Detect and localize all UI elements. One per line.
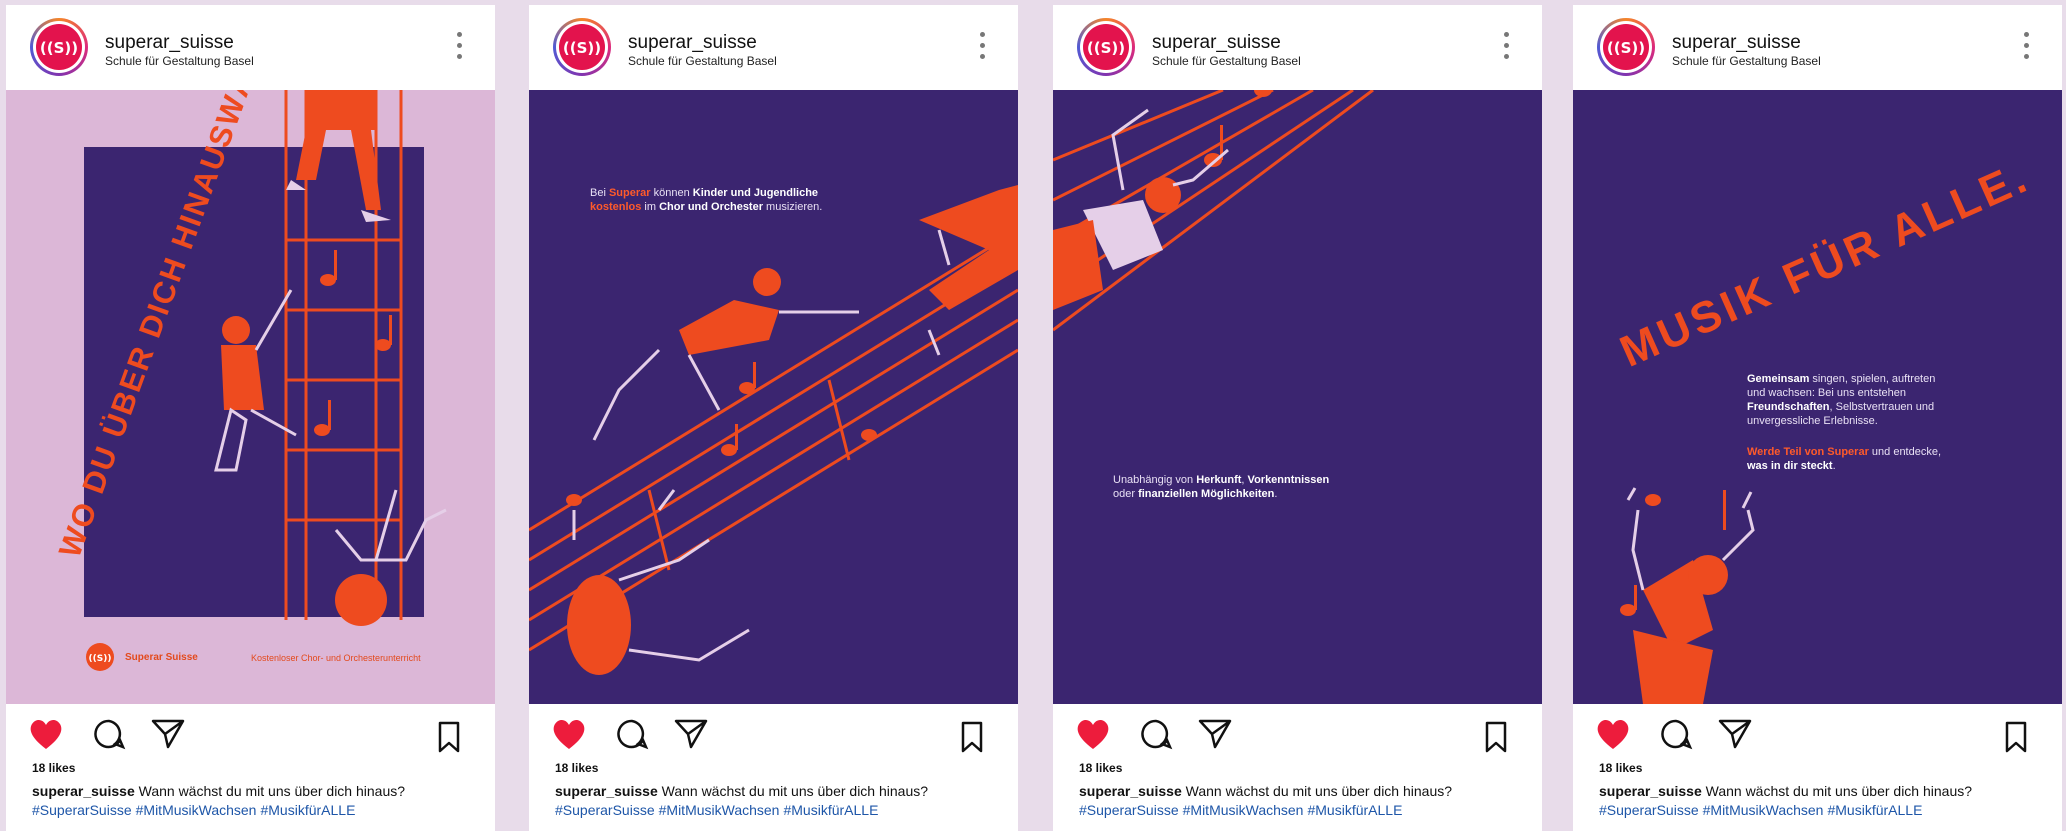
svg-text:((S)): ((S)): [563, 39, 601, 57]
svg-text:((S)): ((S)): [1087, 39, 1125, 57]
comment-icon[interactable]: [1139, 717, 1173, 751]
caption: superar_suisse Wann wächst du mit uns üb…: [1079, 783, 1529, 799]
avatar[interactable]: ((S)): [553, 18, 611, 76]
post-image[interactable]: Bei Superar können Kinder und Jugendlich…: [529, 90, 1018, 704]
caption-text: Wann wächst du mit uns über dich hinaus?: [138, 783, 406, 799]
share-icon[interactable]: [150, 717, 186, 751]
avatar[interactable]: ((S)): [1597, 18, 1655, 76]
heart-icon[interactable]: [551, 717, 587, 751]
heart-icon[interactable]: [1595, 717, 1631, 751]
instagram-post-3: ((S)) superar_suisse Schule für Gestaltu…: [1053, 5, 1542, 831]
bookmark-icon[interactable]: [960, 721, 984, 753]
action-bar: [6, 711, 495, 755]
hashtag-link[interactable]: #SuperarSuisse: [1079, 802, 1179, 818]
share-icon[interactable]: [673, 717, 709, 751]
more-options-icon[interactable]: [980, 32, 986, 64]
username[interactable]: superar_suisse: [1152, 32, 1281, 54]
heart-icon[interactable]: [28, 717, 64, 751]
post-header: ((S)) superar_suisse Schule für Gestaltu…: [1053, 5, 1542, 90]
comment-icon[interactable]: [92, 717, 126, 751]
more-options-icon[interactable]: [1504, 32, 1510, 64]
likes-count[interactable]: 18 likes: [1079, 761, 1122, 775]
share-icon[interactable]: [1197, 717, 1233, 751]
caption: superar_suisse Wann wächst du mit uns üb…: [32, 783, 482, 799]
hashtag-link[interactable]: #MitMusikWachsen: [136, 802, 257, 818]
post-image[interactable]: Unabhängig von Herkunft, Vorkenntnissen o…: [1053, 90, 1542, 704]
hashtag-link[interactable]: #MitMusikWachsen: [659, 802, 780, 818]
bookmark-icon[interactable]: [1484, 721, 1508, 753]
post-header: ((S)) superar_suisse Schule für Gestaltu…: [1573, 5, 2062, 90]
hashtags: #SuperarSuisse #MitMusikWachsen #MusikfürA…: [32, 802, 359, 818]
hashtags: #SuperarSuisse #MitMusikWachsen #MusikfürA…: [555, 802, 882, 818]
hashtag-link[interactable]: #MusikfürALLE: [783, 802, 878, 818]
superar-logo-icon: ((S)): [559, 24, 605, 70]
likes-count[interactable]: 18 likes: [32, 761, 75, 775]
instagram-post-2: ((S)) superar_suisse Schule für Gestaltu…: [529, 5, 1018, 831]
action-bar: [529, 711, 1018, 755]
hashtag-link[interactable]: #SuperarSuisse: [555, 802, 655, 818]
likes-count[interactable]: 18 likes: [1599, 761, 1642, 775]
caption-text: Wann wächst du mit uns über dich hinaus?: [1185, 783, 1453, 799]
comment-icon[interactable]: [615, 717, 649, 751]
caption-username[interactable]: superar_suisse: [1079, 783, 1182, 799]
avatar[interactable]: ((S)): [30, 18, 88, 76]
svg-text:((S)): ((S)): [40, 39, 78, 57]
bookmark-icon[interactable]: [2004, 721, 2028, 753]
svg-text:((S)): ((S)): [89, 654, 112, 664]
likes-count[interactable]: 18 likes: [555, 761, 598, 775]
bookmark-icon[interactable]: [437, 721, 461, 753]
instagram-post-1: ((S)) superar_suisse Schule für Gestaltu…: [6, 5, 495, 831]
username[interactable]: superar_suisse: [1672, 32, 1801, 54]
username[interactable]: superar_suisse: [105, 32, 234, 54]
action-bar: [1573, 711, 2062, 755]
hashtag-link[interactable]: #SuperarSuisse: [1599, 802, 1699, 818]
location[interactable]: Schule für Gestaltung Basel: [628, 54, 777, 68]
action-bar: [1053, 711, 1542, 755]
poster-text: Unabhängig von Herkunft, Vorkenntnissen o…: [1113, 474, 1330, 500]
caption-text: Wann wächst du mit uns über dich hinaus?: [1705, 783, 1973, 799]
caption-username[interactable]: superar_suisse: [1599, 783, 1702, 799]
poster-text: Bei Superar können Kinder und Jugendlich…: [590, 187, 823, 213]
comment-icon[interactable]: [1659, 717, 1693, 751]
post-header: ((S)) superar_suisse Schule für Gestaltu…: [6, 5, 495, 90]
instagram-post-4: ((S)) superar_suisse Schule für Gestaltu…: [1573, 5, 2062, 831]
post-image[interactable]: MUSIK FÜR ALLE. Gemeinsam singen, spiele…: [1573, 90, 2062, 704]
poster-brand: Superar Suisse: [125, 652, 198, 663]
superar-logo-icon: ((S)): [36, 24, 82, 70]
share-icon[interactable]: [1717, 717, 1753, 751]
caption-username[interactable]: superar_suisse: [555, 783, 658, 799]
hashtags: #SuperarSuisse #MitMusikWachsen #MusikfürA…: [1079, 802, 1406, 818]
username[interactable]: superar_suisse: [628, 32, 757, 54]
location[interactable]: Schule für Gestaltung Basel: [1152, 54, 1301, 68]
more-options-icon[interactable]: [457, 32, 463, 64]
caption: superar_suisse Wann wächst du mit uns üb…: [1599, 783, 2049, 799]
hashtag-link[interactable]: #MitMusikWachsen: [1703, 802, 1824, 818]
more-options-icon[interactable]: [2024, 32, 2030, 64]
svg-text:((S)): ((S)): [1607, 39, 1645, 57]
heart-icon[interactable]: [1075, 717, 1111, 751]
hashtag-link[interactable]: #MusikfürALLE: [1307, 802, 1402, 818]
poster-text-1: Gemeinsam singen, spielen, auftreten und …: [1747, 373, 1936, 427]
post-header: ((S)) superar_suisse Schule für Gestaltu…: [529, 5, 1018, 90]
caption-text: Wann wächst du mit uns über dich hinaus?: [661, 783, 929, 799]
location[interactable]: Schule für Gestaltung Basel: [105, 54, 254, 68]
avatar[interactable]: ((S)): [1077, 18, 1135, 76]
caption-username[interactable]: superar_suisse: [32, 783, 135, 799]
hashtag-link[interactable]: #MusikfürALLE: [260, 802, 355, 818]
superar-logo-icon: ((S)): [1083, 24, 1129, 70]
superar-logo-icon: ((S)): [1603, 24, 1649, 70]
post-image[interactable]: ((S)) WO DU ÜBER DICH HINAUSWÄCHST. Supe…: [6, 90, 495, 704]
poster-tagline: Kostenloser Chor- und Orchesterunterrich…: [251, 653, 421, 663]
hashtag-link[interactable]: #SuperarSuisse: [32, 802, 132, 818]
caption: superar_suisse Wann wächst du mit uns üb…: [555, 783, 1005, 799]
location[interactable]: Schule für Gestaltung Basel: [1672, 54, 1821, 68]
poster-text-2: Werde Teil von Superar und entdecke, was …: [1747, 446, 1942, 472]
hashtag-link[interactable]: #MusikfürALLE: [1827, 802, 1922, 818]
hashtag-link[interactable]: #MitMusikWachsen: [1183, 802, 1304, 818]
hashtags: #SuperarSuisse #MitMusikWachsen #MusikfürA…: [1599, 802, 1926, 818]
